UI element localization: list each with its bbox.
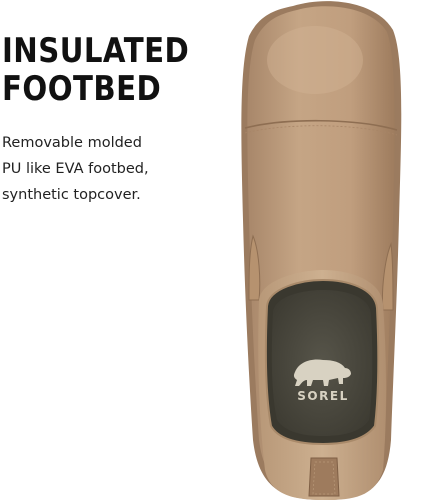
feature-copy: INSULATED FOOTBED Removable molded PU li… bbox=[2, 32, 212, 208]
feature-headline: INSULATED FOOTBED bbox=[2, 31, 190, 109]
logo-wordmark: SOREL bbox=[297, 389, 348, 403]
description-line-1: Removable molded bbox=[2, 135, 142, 151]
feature-description: Removable molded PU like EVA footbed, sy… bbox=[2, 130, 212, 208]
product-image: SOREL bbox=[215, 0, 430, 500]
boot-illustration: SOREL bbox=[241, 1, 402, 500]
headline-line-1: INSULATED bbox=[2, 31, 190, 71]
toe-highlight bbox=[267, 26, 363, 94]
description-line-2: PU like EVA footbed, bbox=[2, 161, 149, 177]
description-line-3: synthetic topcover. bbox=[2, 187, 141, 203]
heel-pull-tab bbox=[308, 457, 340, 497]
headline-line-2: FOOTBED bbox=[2, 69, 162, 109]
